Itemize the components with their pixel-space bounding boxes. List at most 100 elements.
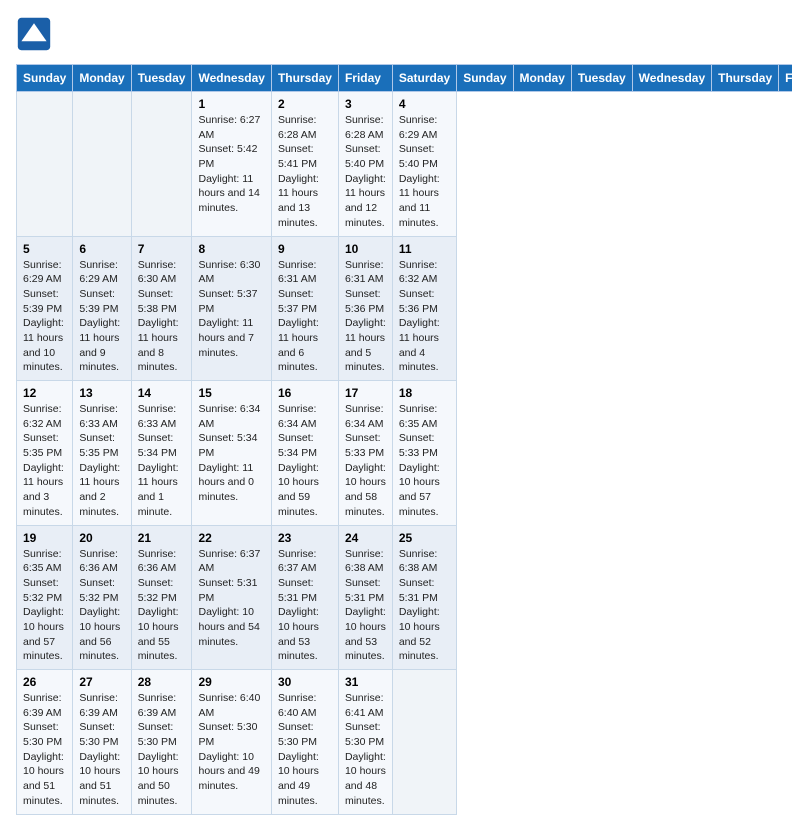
calendar-day-cell: 25 Sunrise: 6:38 AM Sunset: 5:31 PM Dayli… <box>392 525 456 670</box>
calendar-day-header: Wednesday <box>632 65 711 92</box>
day-info: Sunrise: 6:31 AM Sunset: 5:37 PM Dayligh… <box>278 258 332 376</box>
day-number: 25 <box>399 531 450 545</box>
day-number: 31 <box>345 675 386 689</box>
day-number: 24 <box>345 531 386 545</box>
day-info: Sunrise: 6:40 AM Sunset: 5:30 PM Dayligh… <box>278 691 332 809</box>
day-number: 8 <box>198 242 264 256</box>
day-info: Sunrise: 6:37 AM Sunset: 5:31 PM Dayligh… <box>198 547 264 650</box>
day-info: Sunrise: 6:38 AM Sunset: 5:31 PM Dayligh… <box>345 547 386 665</box>
day-number: 19 <box>23 531 66 545</box>
day-info: Sunrise: 6:39 AM Sunset: 5:30 PM Dayligh… <box>138 691 186 809</box>
day-number: 16 <box>278 386 332 400</box>
calendar-day-cell: 29Sunrise: 6:40 AM Sunset: 5:30 PM Dayli… <box>192 670 271 815</box>
logo-icon <box>16 16 52 52</box>
day-info: Sunrise: 6:37 AM Sunset: 5:31 PM Dayligh… <box>278 547 332 665</box>
calendar-day-header: Thursday <box>712 65 779 92</box>
day-number: 20 <box>79 531 124 545</box>
calendar-day-cell: 24 Sunrise: 6:38 AM Sunset: 5:31 PM Dayli… <box>338 525 392 670</box>
day-info: Sunrise: 6:27 AM Sunset: 5:42 PM Dayligh… <box>198 113 264 216</box>
day-info: Sunrise: 6:33 AM Sunset: 5:35 PM Dayligh… <box>79 402 124 520</box>
page-header <box>16 16 776 52</box>
calendar-week-row: 19 Sunrise: 6:35 AM Sunset: 5:32 PM Dayli… <box>17 525 792 670</box>
day-info: Sunrise: 6:39 AM Sunset: 5:30 PM Dayligh… <box>23 691 66 809</box>
calendar-week-row: 12Sunrise: 6:32 AM Sunset: 5:35 PM Dayli… <box>17 381 792 526</box>
calendar-day-cell: 8Sunrise: 6:30 AM Sunset: 5:37 PM Daylig… <box>192 236 271 381</box>
day-number: 7 <box>138 242 186 256</box>
calendar-day-cell <box>17 92 73 237</box>
day-number: 10 <box>345 242 386 256</box>
calendar-day-header: Sunday <box>17 65 73 92</box>
calendar-day-cell: 11 Sunrise: 6:32 AM Sunset: 5:36 PM Dayli… <box>392 236 456 381</box>
calendar-day-cell <box>131 92 192 237</box>
day-info: Sunrise: 6:38 AM Sunset: 5:31 PM Dayligh… <box>399 547 450 665</box>
day-number: 26 <box>23 675 66 689</box>
day-number: 3 <box>345 97 386 111</box>
day-info: Sunrise: 6:33 AM Sunset: 5:34 PM Dayligh… <box>138 402 186 520</box>
day-info: Sunrise: 6:32 AM Sunset: 5:36 PM Dayligh… <box>399 258 450 376</box>
day-number: 27 <box>79 675 124 689</box>
day-info: Sunrise: 6:34 AM Sunset: 5:33 PM Dayligh… <box>345 402 386 520</box>
day-number: 15 <box>198 386 264 400</box>
calendar-day-cell: 26 Sunrise: 6:39 AM Sunset: 5:30 PM Dayli… <box>17 670 73 815</box>
day-number: 30 <box>278 675 332 689</box>
calendar-day-header: Tuesday <box>571 65 632 92</box>
day-number: 18 <box>399 386 450 400</box>
calendar-day-header: Thursday <box>271 65 338 92</box>
calendar-day-cell: 21 Sunrise: 6:36 AM Sunset: 5:32 PM Dayli… <box>131 525 192 670</box>
day-info: Sunrise: 6:29 AM Sunset: 5:39 PM Dayligh… <box>23 258 66 376</box>
calendar-day-cell: 12Sunrise: 6:32 AM Sunset: 5:35 PM Dayli… <box>17 381 73 526</box>
day-info: Sunrise: 6:32 AM Sunset: 5:35 PM Dayligh… <box>23 402 66 520</box>
calendar-week-row: 26 Sunrise: 6:39 AM Sunset: 5:30 PM Dayli… <box>17 670 792 815</box>
calendar-day-cell: 7Sunrise: 6:30 AM Sunset: 5:38 PM Daylig… <box>131 236 192 381</box>
day-number: 17 <box>345 386 386 400</box>
calendar-day-cell: 23 Sunrise: 6:37 AM Sunset: 5:31 PM Dayli… <box>271 525 338 670</box>
calendar-day-cell: 4 Sunrise: 6:29 AM Sunset: 5:40 PM Daylig… <box>392 92 456 237</box>
calendar-day-cell: 18Sunrise: 6:35 AM Sunset: 5:33 PM Dayli… <box>392 381 456 526</box>
calendar-day-cell <box>73 92 131 237</box>
calendar-day-cell: 31 Sunrise: 6:41 AM Sunset: 5:30 PM Dayli… <box>338 670 392 815</box>
calendar-day-cell: 28 Sunrise: 6:39 AM Sunset: 5:30 PM Dayli… <box>131 670 192 815</box>
calendar-day-cell: 22 Sunrise: 6:37 AM Sunset: 5:31 PM Dayli… <box>192 525 271 670</box>
day-number: 4 <box>399 97 450 111</box>
calendar-day-header: Sunday <box>457 65 513 92</box>
calendar-day-cell: 27Sunrise: 6:39 AM Sunset: 5:30 PM Dayli… <box>73 670 131 815</box>
calendar-day-cell: 3Sunrise: 6:28 AM Sunset: 5:40 PM Daylig… <box>338 92 392 237</box>
day-number: 14 <box>138 386 186 400</box>
calendar-day-header: Friday <box>338 65 392 92</box>
calendar-header-row: SundayMondayTuesdayWednesdayThursdayFrid… <box>17 65 792 92</box>
calendar-day-header: Monday <box>73 65 131 92</box>
day-info: Sunrise: 6:34 AM Sunset: 5:34 PM Dayligh… <box>198 402 264 505</box>
calendar-day-cell: 30 Sunrise: 6:40 AM Sunset: 5:30 PM Dayli… <box>271 670 338 815</box>
calendar-day-header: Saturday <box>392 65 456 92</box>
calendar-day-cell <box>392 670 456 815</box>
calendar-week-row: 5 Sunrise: 6:29 AM Sunset: 5:39 PM Daylig… <box>17 236 792 381</box>
calendar-day-header: Monday <box>513 65 571 92</box>
day-info: Sunrise: 6:35 AM Sunset: 5:32 PM Dayligh… <box>23 547 66 665</box>
day-info: Sunrise: 6:29 AM Sunset: 5:40 PM Dayligh… <box>399 113 450 231</box>
day-number: 21 <box>138 531 186 545</box>
day-number: 13 <box>79 386 124 400</box>
day-number: 22 <box>198 531 264 545</box>
day-number: 5 <box>23 242 66 256</box>
day-info: Sunrise: 6:29 AM Sunset: 5:39 PM Dayligh… <box>79 258 124 376</box>
day-info: Sunrise: 6:34 AM Sunset: 5:34 PM Dayligh… <box>278 402 332 520</box>
logo <box>16 16 56 52</box>
day-number: 28 <box>138 675 186 689</box>
day-info: Sunrise: 6:41 AM Sunset: 5:30 PM Dayligh… <box>345 691 386 809</box>
calendar-day-cell: 1Sunrise: 6:27 AM Sunset: 5:42 PM Daylig… <box>192 92 271 237</box>
day-number: 9 <box>278 242 332 256</box>
calendar-day-header: Wednesday <box>192 65 271 92</box>
calendar-day-cell: 17 Sunrise: 6:34 AM Sunset: 5:33 PM Dayli… <box>338 381 392 526</box>
day-info: Sunrise: 6:31 AM Sunset: 5:36 PM Dayligh… <box>345 258 386 376</box>
day-number: 23 <box>278 531 332 545</box>
calendar-day-header: Tuesday <box>131 65 192 92</box>
day-info: Sunrise: 6:36 AM Sunset: 5:32 PM Dayligh… <box>138 547 186 665</box>
calendar-day-cell: 15 Sunrise: 6:34 AM Sunset: 5:34 PM Dayli… <box>192 381 271 526</box>
calendar-day-cell: 16 Sunrise: 6:34 AM Sunset: 5:34 PM Dayli… <box>271 381 338 526</box>
calendar-week-row: 1Sunrise: 6:27 AM Sunset: 5:42 PM Daylig… <box>17 92 792 237</box>
calendar-day-cell: 13 Sunrise: 6:33 AM Sunset: 5:35 PM Dayli… <box>73 381 131 526</box>
calendar-day-cell: 10 Sunrise: 6:31 AM Sunset: 5:36 PM Dayli… <box>338 236 392 381</box>
day-info: Sunrise: 6:36 AM Sunset: 5:32 PM Dayligh… <box>79 547 124 665</box>
calendar-day-cell: 20 Sunrise: 6:36 AM Sunset: 5:32 PM Dayli… <box>73 525 131 670</box>
day-number: 11 <box>399 242 450 256</box>
